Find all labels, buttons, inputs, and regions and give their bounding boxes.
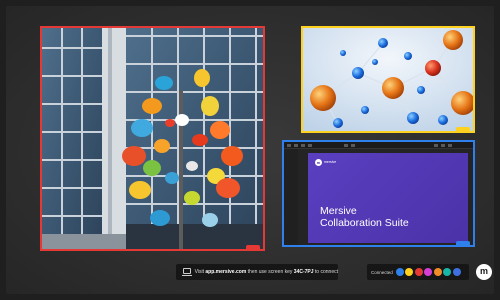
- laptop-icon: [182, 268, 192, 276]
- toolbar-icon: [441, 144, 445, 147]
- post-tag: [456, 127, 470, 131]
- user-avatar[interactable]: [452, 268, 461, 276]
- toolbar-icon: [301, 144, 305, 147]
- toolbar-icon: [448, 144, 452, 147]
- user-avatar[interactable]: [443, 268, 452, 276]
- connection-instructions: Visit app.mersive.com then use screen ke…: [176, 264, 338, 280]
- connect-text: Visit app.mersive.com then use screen ke…: [195, 269, 338, 275]
- molecules-image: [303, 28, 473, 131]
- connect-suffix: to connect: [313, 269, 338, 275]
- user-avatar[interactable]: [405, 268, 414, 276]
- screen-key: 34C-7PJ: [293, 269, 314, 275]
- connect-prefix: Visit: [194, 269, 206, 275]
- slide-title: Mersive Collaboration Suite: [320, 205, 409, 229]
- user-avatar[interactable]: [414, 268, 423, 276]
- connect-middle: then use screen key: [246, 269, 294, 275]
- app-sidebar: [284, 149, 298, 245]
- connected-label: Connected: [371, 269, 393, 275]
- toolbar-icon: [287, 144, 291, 147]
- presentation-slide: m mersive Mersive Collaboration Suite: [308, 153, 468, 243]
- mersive-logo-icon: m: [315, 159, 322, 166]
- building-sculpture-post[interactable]: [40, 26, 265, 251]
- user-avatar[interactable]: [424, 268, 433, 276]
- mersive-logo-icon: m: [476, 264, 492, 280]
- app-toolbar: [284, 142, 473, 149]
- user-avatar[interactable]: [433, 268, 442, 276]
- app-window-post[interactable]: m mersive Mersive Collaboration Suite: [282, 140, 475, 247]
- toolbar-icon: [294, 144, 298, 147]
- connected-users-bar: Connected: [367, 264, 469, 280]
- molecules-post[interactable]: [301, 26, 475, 133]
- toolbar-icon: [351, 144, 355, 147]
- building-sculpture-image: [42, 28, 263, 249]
- slide-title-line: Collaboration Suite: [320, 217, 409, 229]
- toolbar-icon: [308, 144, 312, 147]
- post-tag: [246, 245, 260, 249]
- toolbar-icon: [344, 144, 348, 147]
- slide-brand: mersive: [324, 160, 337, 164]
- connect-url: app.mersive.com: [205, 269, 247, 275]
- post-tag: [456, 241, 470, 245]
- user-list: [395, 268, 463, 276]
- slide-title-line: Mersive: [320, 205, 357, 217]
- user-avatar[interactable]: [395, 268, 404, 276]
- toolbar-icon: [434, 144, 438, 147]
